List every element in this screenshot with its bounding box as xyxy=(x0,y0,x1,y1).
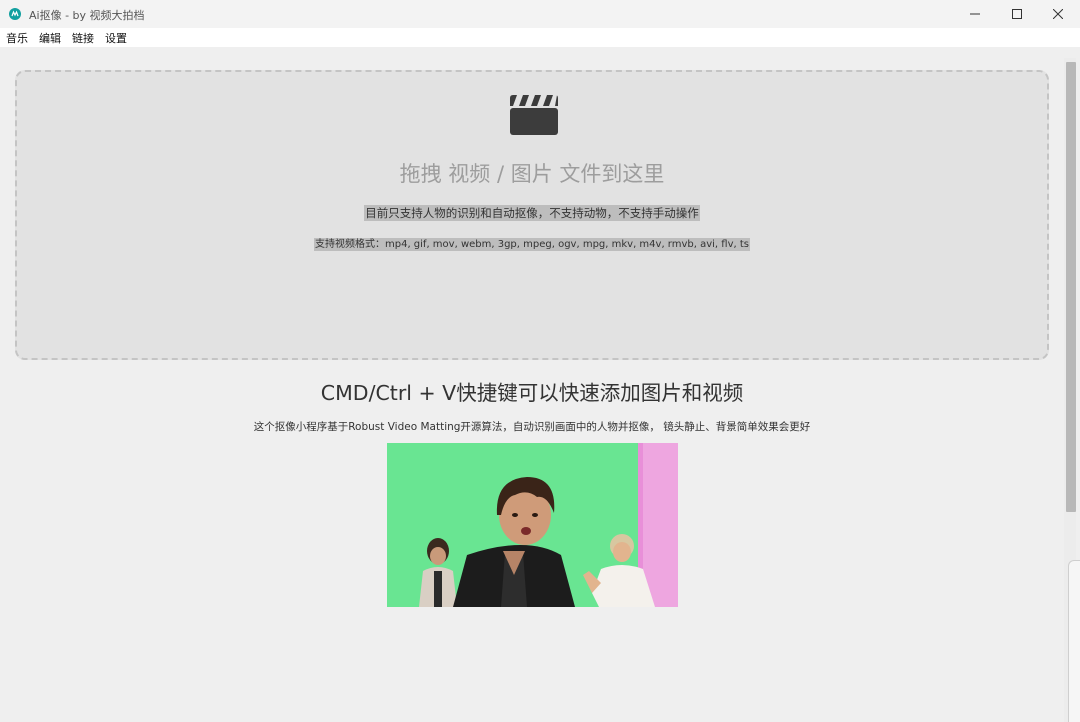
app-window: Ai抠像 - by 视频大拍档 音乐 编辑 链接 设置 拖拽 视频 / 图片 文… xyxy=(0,0,1080,722)
drop-zone-formats-line: 支持视频格式：mp4, gif, mov, webm, 3gp, mpeg, o… xyxy=(17,232,1047,251)
menu-item-edit[interactable]: 编辑 xyxy=(39,30,61,46)
close-button[interactable] xyxy=(1038,0,1078,28)
menu-item-links[interactable]: 链接 xyxy=(72,30,94,46)
minimize-button[interactable] xyxy=(955,0,995,28)
supported-formats: 支持视频格式：mp4, gif, mov, webm, 3gp, mpeg, o… xyxy=(314,238,750,251)
maximize-button[interactable] xyxy=(997,0,1037,28)
app-logo-icon xyxy=(9,8,21,20)
app-description: 这个抠像小程序基于Robust Video Matting开源算法，自动识别画面… xyxy=(253,421,811,433)
minimize-icon xyxy=(970,13,980,15)
demo-preview-image xyxy=(387,443,678,607)
menu-bar: 音乐 编辑 链接 设置 xyxy=(0,28,1080,47)
side-panel-edge xyxy=(1068,560,1080,722)
drop-zone-note: 目前只支持人物的识别和自动抠像，不支持动物，不支持手动操作 xyxy=(364,205,700,221)
file-drop-zone[interactable]: 拖拽 视频 / 图片 文件到这里 目前只支持人物的识别和自动抠像，不支持动物，不… xyxy=(15,70,1049,360)
drop-zone-title: 拖拽 视频 / 图片 文件到这里 xyxy=(399,162,665,186)
window-title: Ai抠像 - by 视频大拍档 xyxy=(29,9,145,22)
maximize-icon xyxy=(1012,9,1022,19)
clapperboard-icon xyxy=(509,94,559,136)
close-icon xyxy=(1053,9,1063,19)
menu-item-settings[interactable]: 设置 xyxy=(105,30,127,46)
shortcut-hint-title: CMD/Ctrl + V快捷键可以快速添加图片和视频 xyxy=(320,381,744,405)
vertical-scrollbar-thumb[interactable] xyxy=(1066,62,1076,512)
drop-zone-note-line: 目前只支持人物的识别和自动抠像，不支持动物，不支持手动操作 xyxy=(17,202,1047,221)
menu-item-music[interactable]: 音乐 xyxy=(6,30,28,46)
title-bar: Ai抠像 - by 视频大拍档 xyxy=(0,0,1080,28)
